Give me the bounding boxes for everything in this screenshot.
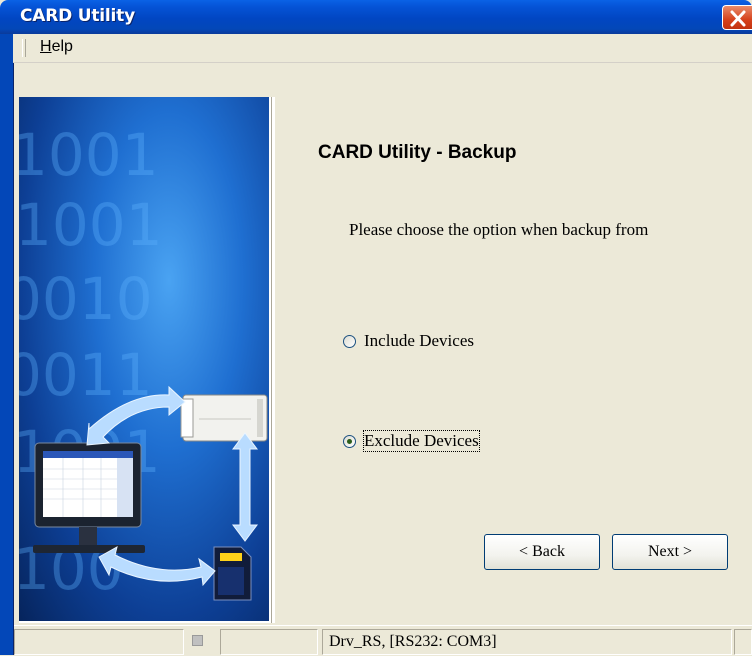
status-pane-1 <box>14 629 184 655</box>
include-devices-label[interactable]: Include Devices <box>364 331 474 351</box>
status-bar: Drv_RS, [RS232: COM3] <box>14 625 752 656</box>
back-button[interactable]: < Back <box>484 534 600 570</box>
exclude-devices-radio[interactable] <box>343 434 356 448</box>
binary-text-1: 1001 <box>19 121 159 189</box>
include-devices-radio[interactable] <box>343 334 356 348</box>
status-driver-text: Drv_RS, [RS232: COM3] <box>322 629 732 655</box>
window-frame-left <box>0 34 14 655</box>
status-pane-2 <box>220 629 318 655</box>
close-icon <box>730 10 746 27</box>
close-button[interactable] <box>722 5 752 30</box>
wizard-banner-image: 1001 1001 0010 0011 1001 100 <box>19 97 271 623</box>
menu-grip <box>22 39 26 57</box>
binary-text-4: 0011 <box>19 341 153 409</box>
binary-text-3: 0010 <box>19 265 153 333</box>
title-bar: CARD Utility <box>0 0 752 34</box>
binary-text-2: 1001 <box>19 191 163 259</box>
window-title: CARD Utility <box>20 6 135 26</box>
sd-card-icon <box>213 546 252 601</box>
banner-separator <box>271 97 275 623</box>
status-indicator-icon <box>192 635 203 646</box>
wizard-prompt: Please choose the option when backup fro… <box>349 220 649 239</box>
exclude-devices-label[interactable]: Exclude Devices <box>363 430 480 452</box>
menu-bar: Help <box>13 34 752 63</box>
next-button[interactable]: Next > <box>612 534 728 570</box>
status-pane-4 <box>734 629 752 655</box>
wizard-heading: CARD Utility - Backup <box>318 142 517 163</box>
plc-icon <box>180 394 268 442</box>
include-devices-option[interactable]: Include Devices <box>343 330 474 352</box>
exclude-devices-option[interactable]: Exclude Devices <box>343 430 480 452</box>
menu-help[interactable]: Help <box>40 38 73 56</box>
